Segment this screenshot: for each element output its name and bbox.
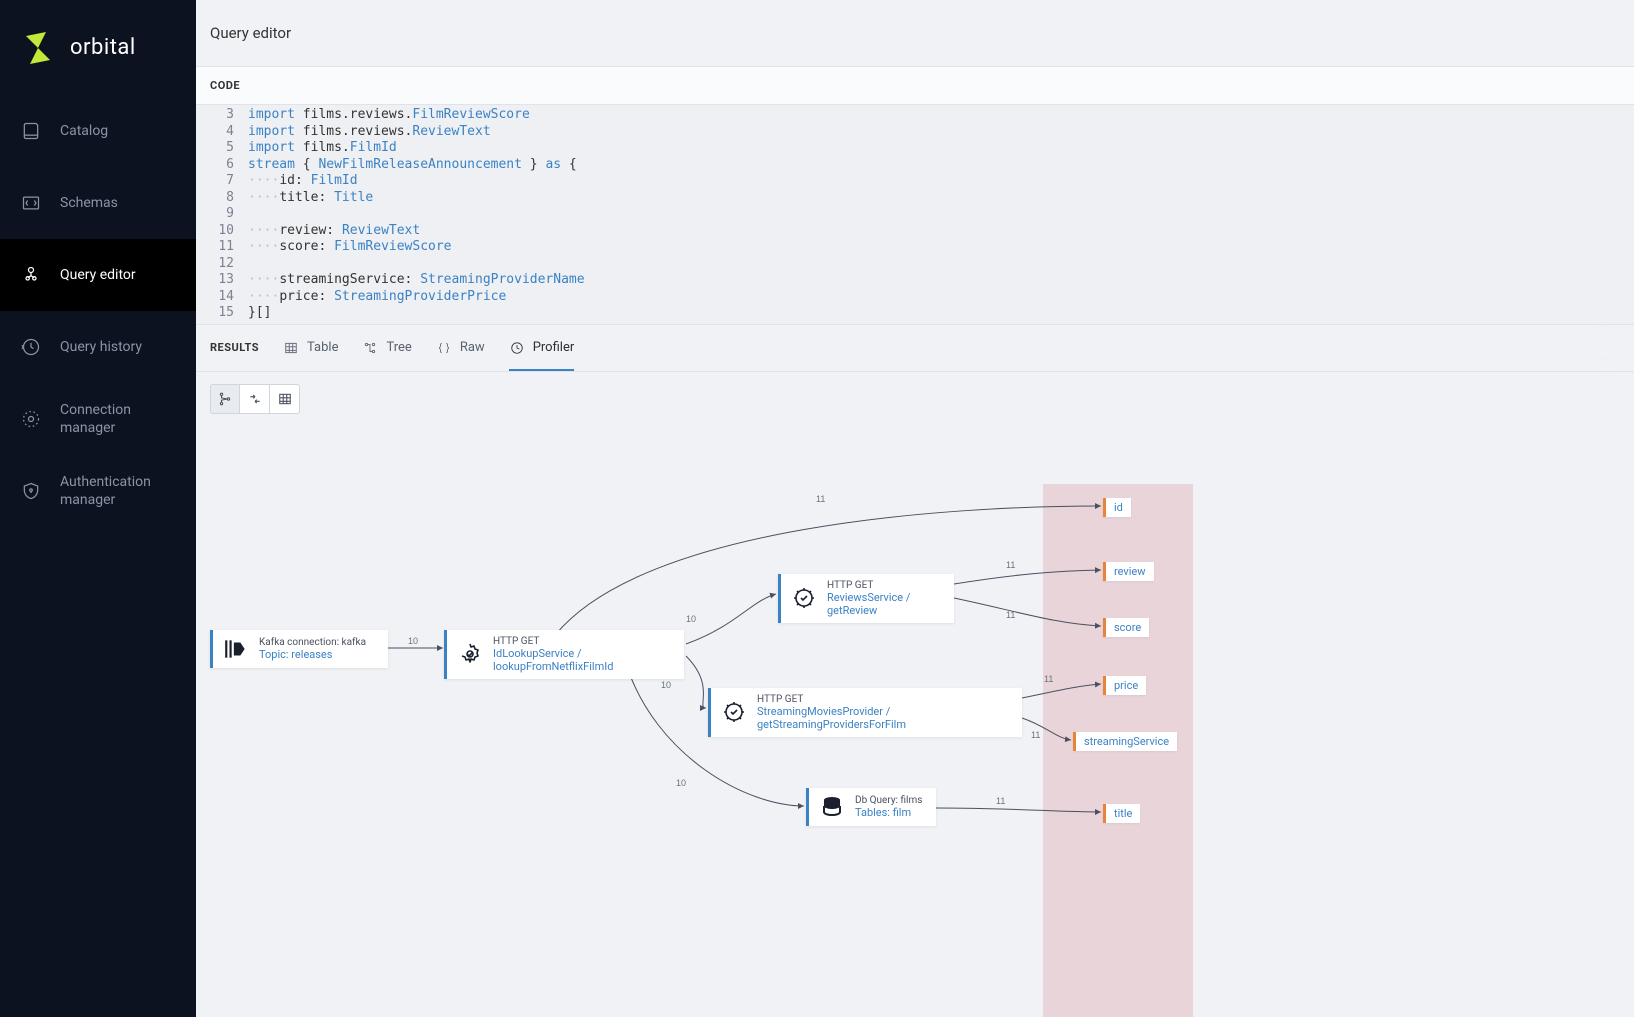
sidebar-item-label: Catalog bbox=[60, 122, 108, 140]
raw-icon bbox=[436, 340, 452, 356]
svg-text:11: 11 bbox=[816, 494, 825, 504]
tab-label: Tree bbox=[386, 340, 411, 355]
sidebar-item-label: Connection manager bbox=[60, 401, 176, 437]
app-name: orbital bbox=[70, 35, 136, 60]
node-title: HTTP GET bbox=[757, 694, 1012, 705]
page-header: Query editor bbox=[196, 0, 1634, 67]
code-line: 8····title: Title bbox=[196, 190, 1634, 207]
view-sequence-button[interactable] bbox=[240, 384, 270, 414]
view-table-button[interactable] bbox=[270, 384, 300, 414]
tab-label: Profiler bbox=[533, 340, 575, 355]
tab-label: Table bbox=[307, 340, 338, 355]
output-review[interactable]: review bbox=[1103, 562, 1154, 581]
connection-icon bbox=[20, 408, 42, 430]
code-editor[interactable]: 3import films.reviews.FilmReviewScore4im… bbox=[196, 105, 1634, 324]
node-subtitle: StreamingMoviesProvider / getStreamingPr… bbox=[757, 705, 1012, 731]
svg-text:11: 11 bbox=[1031, 730, 1040, 740]
shield-icon bbox=[20, 480, 42, 502]
code-line: 9 bbox=[196, 206, 1634, 223]
svg-text:10: 10 bbox=[686, 614, 696, 624]
node-subtitle: IdLookupService / lookupFromNetflixFilmI… bbox=[493, 647, 674, 673]
kafka-icon bbox=[223, 636, 249, 662]
code-line: 11····score: FilmReviewScore bbox=[196, 239, 1634, 256]
node-kafka[interactable]: Kafka connection: kafka Topic: releases bbox=[210, 630, 388, 668]
view-graph-button[interactable] bbox=[210, 384, 240, 414]
code-line: 10····review: ReviewText bbox=[196, 223, 1634, 240]
output-title[interactable]: title bbox=[1103, 804, 1140, 823]
sidebar-item-connection-manager[interactable]: Connection manager bbox=[0, 383, 196, 455]
sidebar-item-schemas[interactable]: Schemas bbox=[0, 167, 196, 239]
resize-handle[interactable]: · · · · · · · ·· · · · · · · · bbox=[1593, 318, 1629, 324]
sidebar-item-label: Authentication manager bbox=[60, 473, 176, 509]
code-section-header: CODE bbox=[196, 67, 1634, 105]
page-title: Query editor bbox=[210, 24, 291, 42]
table-icon bbox=[283, 340, 299, 356]
tab-table[interactable]: Table bbox=[283, 326, 338, 370]
tab-label: Raw bbox=[460, 340, 485, 355]
output-price[interactable]: price bbox=[1103, 676, 1146, 695]
svg-text:10: 10 bbox=[661, 680, 671, 690]
code-line: 3import films.reviews.FilmReviewScore bbox=[196, 107, 1634, 124]
code-line: 5import films.FilmId bbox=[196, 140, 1634, 157]
code-line: 7····id: FilmId bbox=[196, 173, 1634, 190]
code-line: 12 bbox=[196, 256, 1634, 273]
gear-icon bbox=[791, 585, 817, 611]
profiler-toolbar bbox=[196, 372, 1634, 426]
output-streaming-service[interactable]: streamingService bbox=[1073, 732, 1177, 751]
node-title: HTTP GET bbox=[827, 580, 944, 591]
node-subtitle: Tables: film bbox=[855, 806, 922, 819]
gear-icon bbox=[721, 699, 747, 725]
history-icon bbox=[20, 336, 42, 358]
sidebar-item-label: Query editor bbox=[60, 266, 136, 284]
node-db[interactable]: Db Query: films Tables: film bbox=[806, 788, 936, 826]
sidebar-item-label: Schemas bbox=[60, 194, 118, 212]
book-icon bbox=[20, 120, 42, 142]
sidebar-item-catalog[interactable]: Catalog bbox=[0, 95, 196, 167]
node-title: Kafka connection: kafka bbox=[259, 637, 366, 648]
node-streaming[interactable]: HTTP GET StreamingMoviesProvider / getSt… bbox=[708, 688, 1022, 737]
tab-raw[interactable]: Raw bbox=[436, 326, 485, 370]
code-line: 15}[] bbox=[196, 305, 1634, 322]
sidebar-item-label: Query history bbox=[60, 338, 142, 356]
database-icon bbox=[819, 794, 845, 820]
svg-text:10: 10 bbox=[676, 778, 686, 788]
tab-tree[interactable]: Tree bbox=[362, 326, 411, 370]
svg-text:11: 11 bbox=[1006, 610, 1015, 620]
results-label: RESULTS bbox=[210, 341, 259, 354]
code-line: 14····price: StreamingProviderPrice bbox=[196, 289, 1634, 306]
sidebar-item-auth-manager[interactable]: Authentication manager bbox=[0, 455, 196, 527]
gear-icon bbox=[457, 641, 483, 667]
output-id[interactable]: id bbox=[1103, 498, 1131, 517]
main-content: Query editor CODE 3import films.reviews.… bbox=[196, 0, 1634, 1017]
node-subtitle: Topic: releases bbox=[259, 648, 366, 661]
svg-text:11: 11 bbox=[996, 796, 1005, 806]
profiler-icon bbox=[509, 340, 525, 356]
profiler-canvas[interactable]: 10 11 10 10 10 11 11 11 11 bbox=[196, 426, 1634, 1017]
node-idlookup[interactable]: HTTP GET IdLookupService / lookupFromNet… bbox=[444, 630, 684, 679]
code-line: 13····streamingService: StreamingProvide… bbox=[196, 272, 1634, 289]
node-subtitle: ReviewsService / getReview bbox=[827, 591, 944, 617]
tab-profiler[interactable]: Profiler bbox=[509, 326, 575, 370]
tree-icon bbox=[362, 340, 378, 356]
logo: orbital bbox=[0, 0, 196, 95]
code-line: 6stream { NewFilmReleaseAnnouncement } a… bbox=[196, 157, 1634, 174]
sidebar-item-query-editor[interactable]: Query editor bbox=[0, 239, 196, 311]
svg-text:10: 10 bbox=[408, 636, 418, 646]
node-reviews[interactable]: HTTP GET ReviewsService / getReview bbox=[778, 574, 954, 623]
node-title: HTTP GET bbox=[493, 636, 674, 647]
sidebar-item-query-history[interactable]: Query history bbox=[0, 311, 196, 383]
code-section-label: CODE bbox=[210, 79, 240, 92]
output-score[interactable]: score bbox=[1103, 618, 1149, 637]
results-tabs: RESULTS Table Tree Raw Profiler bbox=[196, 324, 1634, 372]
sidebar: orbital Catalog Schemas Query editor Que… bbox=[0, 0, 196, 1017]
node-title: Db Query: films bbox=[855, 795, 922, 806]
svg-text:11: 11 bbox=[1006, 560, 1015, 570]
code-line: 4import films.reviews.ReviewText bbox=[196, 124, 1634, 141]
logo-mark-icon bbox=[18, 28, 58, 68]
schemas-icon bbox=[20, 192, 42, 214]
query-editor-icon bbox=[20, 264, 42, 286]
